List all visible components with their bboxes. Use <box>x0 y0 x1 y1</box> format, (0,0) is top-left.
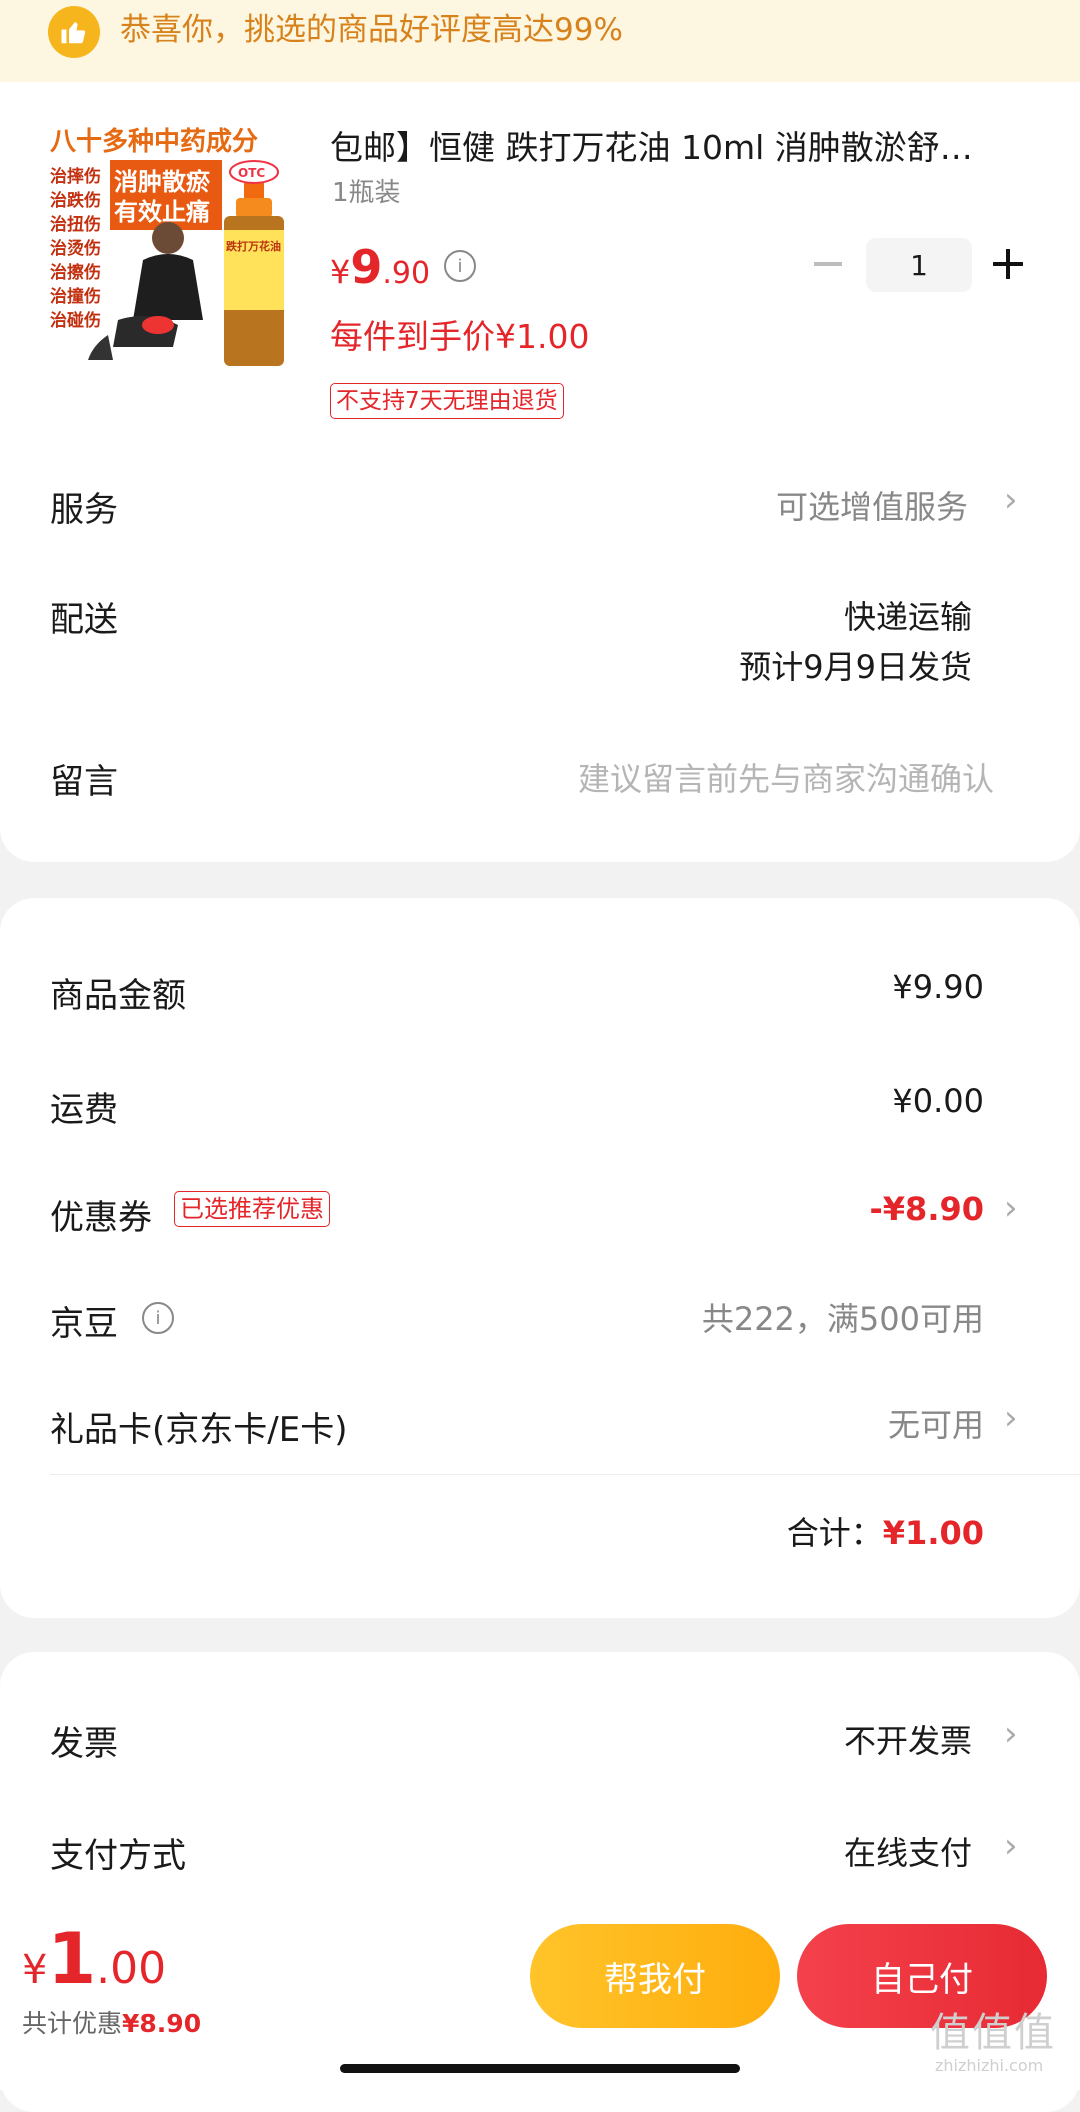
giftcard-label: 礼品卡(京东卡/E卡) <box>50 1410 348 1450</box>
watermark-url: zhizhizhi.com <box>935 2056 1044 2075</box>
price-decimal: .90 <box>382 256 431 291</box>
image-claim: 治摔伤 <box>50 166 101 187</box>
image-claim: 治扭伤 <box>50 214 101 235</box>
goods-amount-value: ¥9.90 <box>892 968 984 1006</box>
coupon-value[interactable]: -¥8.90 <box>870 1190 985 1228</box>
service-chevron-icon[interactable]: › <box>1004 480 1018 520</box>
image-claim: 治撞伤 <box>50 286 101 307</box>
jingdou-info-icon[interactable]: i <box>142 1302 174 1334</box>
price-integer: 9 <box>350 240 383 294</box>
hand-price: 每件到手价¥1.00 <box>330 317 590 356</box>
image-claim: 治擦伤 <box>50 262 101 283</box>
help-pay-button[interactable]: 帮我付 <box>530 1924 780 2028</box>
checkout-currency: ¥ <box>22 1947 48 1993</box>
invoice-label: 发票 <box>50 1724 118 1764</box>
no-return-tag: 不支持7天无理由退货 <box>330 383 564 419</box>
thumbs-up-icon <box>48 6 100 58</box>
image-claim: 治碰伤 <box>50 310 101 331</box>
coupon-chevron-icon[interactable]: › <box>1004 1188 1018 1228</box>
delivery-label: 配送 <box>50 600 118 640</box>
price-currency: ¥ <box>330 253 351 291</box>
giftcard-value[interactable]: 无可用 <box>888 1400 984 1446</box>
total-label: 合计： <box>786 1514 883 1552</box>
checkout-decimal: .00 <box>96 1943 167 1994</box>
image-claim: 治跌伤 <box>50 190 101 211</box>
jingdou-label: 京豆 <box>50 1304 118 1344</box>
banner-text: 恭喜你，挑选的商品好评度高达99% <box>120 12 623 48</box>
payment-chevron-icon[interactable]: › <box>1004 1826 1018 1866</box>
product-image[interactable]: 八十多种中药成分 消肿散瘀 有效止痛 治摔伤 治跌伤 治扭伤 治烫伤 治擦伤 治… <box>48 120 296 375</box>
quantity-input[interactable]: 1 <box>866 238 972 292</box>
product-price: ¥ 9 .90 <box>330 240 430 294</box>
image-slogan-2: 有效止痛 <box>114 198 210 226</box>
saving-value: ¥8.90 <box>122 2009 202 2038</box>
summary-divider <box>50 1474 1080 1475</box>
giftcard-chevron-icon[interactable]: › <box>1004 1398 1018 1438</box>
product-spec: 1瓶装 <box>332 178 401 208</box>
shipping-value: ¥0.00 <box>892 1082 984 1120</box>
message-label: 留言 <box>50 762 118 802</box>
image-headline: 八十多种中药成分 <box>50 127 258 157</box>
invoice-chevron-icon[interactable]: › <box>1004 1714 1018 1754</box>
message-input[interactable]: 建议留言前先与商家沟通确认 <box>578 754 994 800</box>
home-indicator[interactable] <box>340 2064 740 2073</box>
delivery-date: 预计9月9日发货 <box>739 648 972 686</box>
order-total: 合计： ¥1.00 <box>787 1508 984 1554</box>
checkout-integer: 1 <box>47 1918 97 2000</box>
price-info-icon[interactable]: i <box>444 250 476 282</box>
payment-value[interactable]: 在线支付 <box>844 1828 972 1874</box>
invoice-value[interactable]: 不开发票 <box>844 1716 972 1762</box>
delivery-method[interactable]: 快递运输 <box>844 592 972 638</box>
checkout-total: ¥ 1 .00 <box>22 1918 166 2000</box>
coupon-label: 优惠券 <box>50 1198 152 1238</box>
image-bottle-label: 跌打万花油 <box>226 239 281 253</box>
payment-label: 支付方式 <box>50 1836 186 1876</box>
service-label: 服务 <box>50 490 118 530</box>
image-slogan-1: 消肿散瘀 <box>114 168 210 196</box>
quantity-minus-button[interactable] <box>808 244 848 284</box>
service-value[interactable]: 可选增值服务 <box>776 482 968 528</box>
image-claim: 治烫伤 <box>50 238 101 259</box>
product-title[interactable]: 包邮】恒健 跌打万花油 10ml 消肿散淤舒… <box>330 126 1030 170</box>
jingdou-value: 共222，满500可用 <box>701 1300 984 1338</box>
coupon-recommend-tag: 已选推荐优惠 <box>174 1191 330 1227</box>
total-value: ¥1.00 <box>882 1514 984 1552</box>
watermark-logo: 值值值 <box>930 2010 1056 2056</box>
image-otc: OTC <box>238 166 265 180</box>
goods-amount-label: 商品金额 <box>50 976 186 1016</box>
saving-label: 共计优惠 <box>22 2009 123 2038</box>
total-saving: 共计优惠¥8.90 <box>22 2004 201 2040</box>
quantity-plus-button[interactable] <box>988 244 1028 284</box>
shipping-label: 运费 <box>50 1090 118 1130</box>
